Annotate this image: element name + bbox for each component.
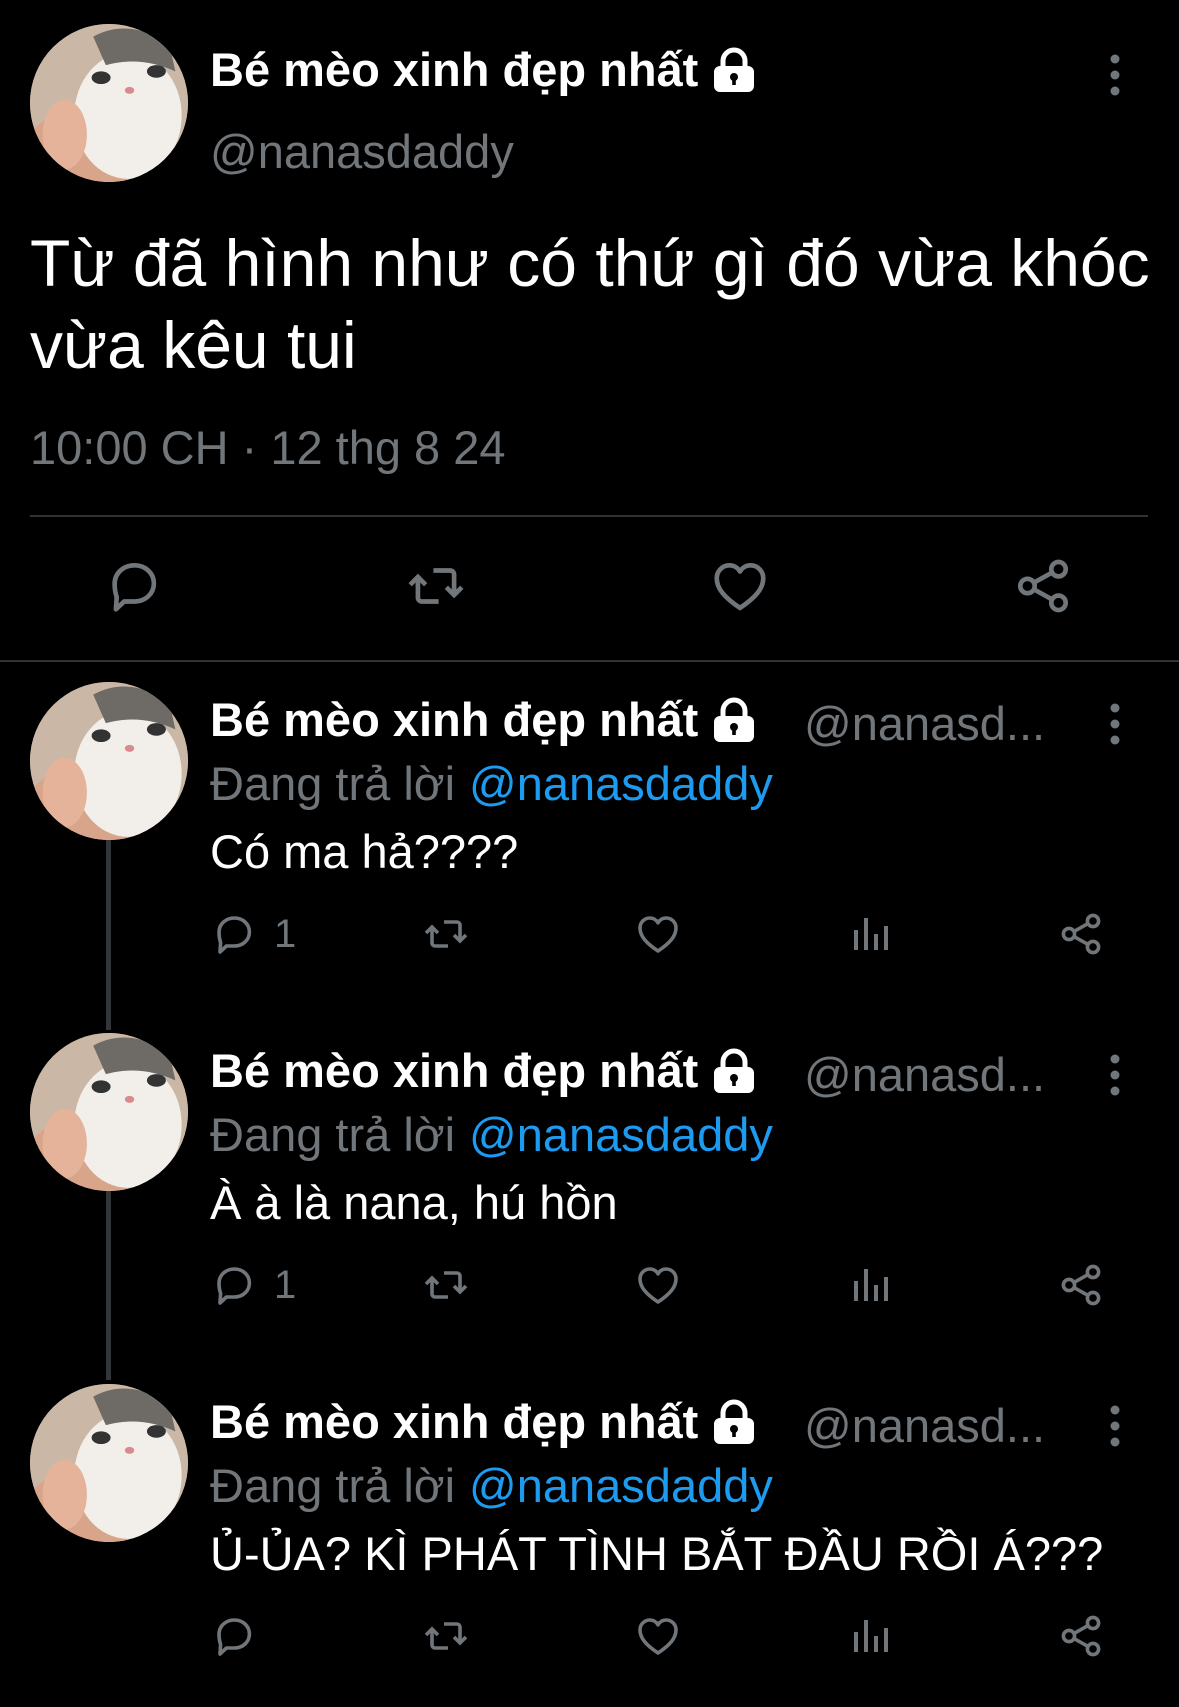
reply-icon[interactable] [210, 1612, 258, 1660]
share-icon[interactable] [1057, 910, 1105, 958]
avatar[interactable] [30, 1384, 188, 1542]
share-icon[interactable] [1057, 1612, 1105, 1660]
heart-icon[interactable] [709, 555, 771, 617]
reply-text: À à là nana, hú hồn [210, 1176, 618, 1229]
author-name-row[interactable]: Bé mèo xinh đẹp nhất [210, 1043, 758, 1098]
share-icon[interactable] [1012, 555, 1074, 617]
replying-to: Đang trả lời @nanasdaddy [210, 1458, 773, 1513]
main-tweet: Bé mèo xinh đẹp nhất @nanasdaddy Từ đã h… [0, 0, 1179, 660]
thread-page: Bé mèo xinh đẹp nhất @nanasdaddy Từ đã h… [0, 0, 1179, 1707]
reply-icon[interactable] [103, 555, 165, 617]
author-display-name[interactable]: Bé mèo xinh đẹp nhất [210, 692, 698, 747]
replying-label: Đang trả lời [210, 1108, 456, 1161]
divider [30, 515, 1148, 517]
heart-icon[interactable] [634, 1261, 682, 1309]
avatar[interactable] [30, 24, 188, 182]
retweet-icon[interactable] [405, 555, 467, 617]
author-display-name[interactable]: Bé mèo xinh đẹp nhất [210, 1394, 698, 1449]
reply-tweet[interactable]: Bé mèo xinh đẹp nhất @nanasd... Đang trả… [0, 1364, 1179, 1707]
heart-icon[interactable] [634, 910, 682, 958]
tweet-timestamp[interactable]: 10:00 CH · 12 thg 8 24 [30, 420, 506, 475]
replying-to: Đang trả lời @nanasdaddy [210, 756, 773, 811]
author-display-name[interactable]: Bé mèo xinh đẹp nhất [210, 42, 698, 97]
replying-to-mention[interactable]: @nanasdaddy [469, 1108, 773, 1161]
more-vertical-icon[interactable] [1105, 702, 1125, 746]
views-icon[interactable] [846, 910, 894, 958]
replying-label: Đang trả lời [210, 757, 456, 810]
reply-text: Có ma hả???? [210, 825, 519, 878]
more-vertical-icon[interactable] [1105, 1404, 1125, 1448]
tweet-actions: 1 [0, 910, 1179, 970]
views-icon[interactable] [846, 1612, 894, 1660]
views-icon[interactable] [846, 1261, 894, 1309]
reply-tweet[interactable]: Bé mèo xinh đẹp nhất @nanasd... Đang trả… [0, 662, 1179, 1012]
author-name-row[interactable]: Bé mèo xinh đẹp nhất [210, 42, 758, 97]
author-handle[interactable]: @nanasdaddy [210, 124, 514, 179]
lock-icon [710, 1398, 758, 1446]
tweet-text: Từ đã hình như có thứ gì đó vừa khóc vừa… [30, 226, 1150, 382]
author-handle[interactable]: @nanasd... [804, 1398, 1045, 1453]
lock-icon [710, 696, 758, 744]
more-vertical-icon[interactable] [1105, 53, 1125, 97]
author-name-row[interactable]: Bé mèo xinh đẹp nhất [210, 1394, 758, 1449]
author-name-row[interactable]: Bé mèo xinh đẹp nhất [210, 692, 758, 747]
tweet-actions: 1 [0, 1261, 1179, 1321]
avatar[interactable] [30, 1033, 188, 1191]
replying-to: Đang trả lời @nanasdaddy [210, 1107, 773, 1162]
more-vertical-icon[interactable] [1105, 1053, 1125, 1097]
author-handle[interactable]: @nanasd... [804, 696, 1045, 751]
heart-icon[interactable] [634, 1612, 682, 1660]
reply-icon[interactable] [210, 910, 258, 958]
tweet-actions [0, 1612, 1179, 1672]
reply-count: 1 [274, 1263, 297, 1307]
reply-count: 1 [274, 912, 297, 956]
reply-tweet[interactable]: Bé mèo xinh đẹp nhất @nanasd... Đang trả… [0, 1013, 1179, 1363]
reply-icon[interactable] [210, 1261, 258, 1309]
author-display-name[interactable]: Bé mèo xinh đẹp nhất [210, 1043, 698, 1098]
retweet-icon[interactable] [422, 1261, 470, 1309]
reply-text: Ủ-ỦA? KÌ PHÁT TÌNH BẮT ĐẦU RỒI Á??? [210, 1527, 1104, 1580]
retweet-icon[interactable] [422, 910, 470, 958]
replying-to-mention[interactable]: @nanasdaddy [469, 1459, 773, 1512]
replying-label: Đang trả lời [210, 1459, 456, 1512]
tweet-actions [0, 555, 1179, 625]
lock-icon [710, 1047, 758, 1095]
retweet-icon[interactable] [422, 1612, 470, 1660]
lock-icon [710, 46, 758, 94]
replying-to-mention[interactable]: @nanasdaddy [469, 757, 773, 810]
author-handle[interactable]: @nanasd... [804, 1047, 1045, 1102]
share-icon[interactable] [1057, 1261, 1105, 1309]
avatar[interactable] [30, 682, 188, 840]
